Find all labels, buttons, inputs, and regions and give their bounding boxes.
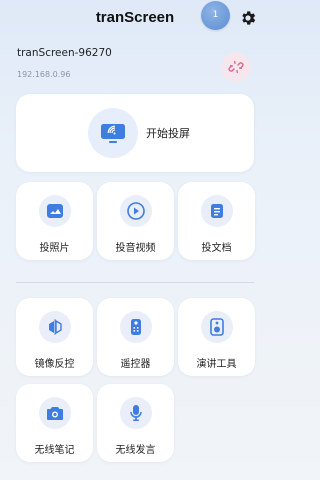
- wireless-notes-label: 无线笔记: [34, 445, 75, 456]
- cast-icon-wrap: [88, 108, 138, 158]
- play-icon: [126, 202, 145, 220]
- cast-photo-label: 投照片: [39, 243, 70, 254]
- presentation-tools-button[interactable]: 演讲工具: [178, 298, 255, 376]
- document-icon-wrap: [200, 195, 233, 227]
- camera-icon: [46, 407, 63, 420]
- image-icon-wrap: [38, 195, 71, 227]
- speaker-icon: [209, 318, 224, 336]
- cast-screen-icon: [101, 124, 125, 143]
- notification-badge[interactable]: 1: [201, 1, 230, 30]
- header: tranScreen 1: [0, 0, 270, 40]
- cast-document-button[interactable]: 投文档: [178, 182, 255, 260]
- start-cast-label: 开始投屏: [146, 127, 190, 140]
- speaker-icon-wrap: [200, 311, 233, 343]
- mirror-control-button[interactable]: 镜像反控: [16, 298, 93, 376]
- remote-control-label: 遥控器: [120, 359, 151, 370]
- cast-media-button[interactable]: 投音视频: [97, 182, 174, 260]
- mirror-control-label: 镜像反控: [34, 359, 75, 370]
- microphone-icon-wrap: [119, 397, 152, 429]
- camera-icon-wrap: [38, 397, 71, 429]
- device-ip: 192.168.0.96: [17, 70, 71, 79]
- cast-media-label: 投音视频: [115, 243, 156, 254]
- gear-icon[interactable]: [239, 9, 257, 27]
- presentation-tools-label: 演讲工具: [196, 359, 237, 370]
- wireless-speech-label: 无线发言: [115, 445, 156, 456]
- remote-control-button[interactable]: 遥控器: [97, 298, 174, 376]
- image-icon: [46, 204, 63, 218]
- remote-icon: [130, 319, 141, 335]
- remote-icon-wrap: [119, 311, 152, 343]
- document-icon: [210, 204, 223, 218]
- divider: [16, 282, 254, 283]
- mirror-icon-wrap: [38, 311, 71, 343]
- unlink-icon: [228, 60, 244, 74]
- device-name: tranScreen-96270: [17, 47, 112, 59]
- cast-document-label: 投文档: [201, 243, 232, 254]
- mirror-icon: [48, 319, 62, 335]
- disconnect-button[interactable]: [221, 52, 251, 82]
- wireless-notes-button[interactable]: 无线笔记: [16, 384, 93, 462]
- microphone-icon: [129, 405, 142, 421]
- play-icon-wrap: [119, 195, 152, 227]
- start-cast-button[interactable]: 开始投屏: [16, 94, 254, 172]
- wireless-speech-button[interactable]: 无线发言: [97, 384, 174, 462]
- cast-photo-button[interactable]: 投照片: [16, 182, 93, 260]
